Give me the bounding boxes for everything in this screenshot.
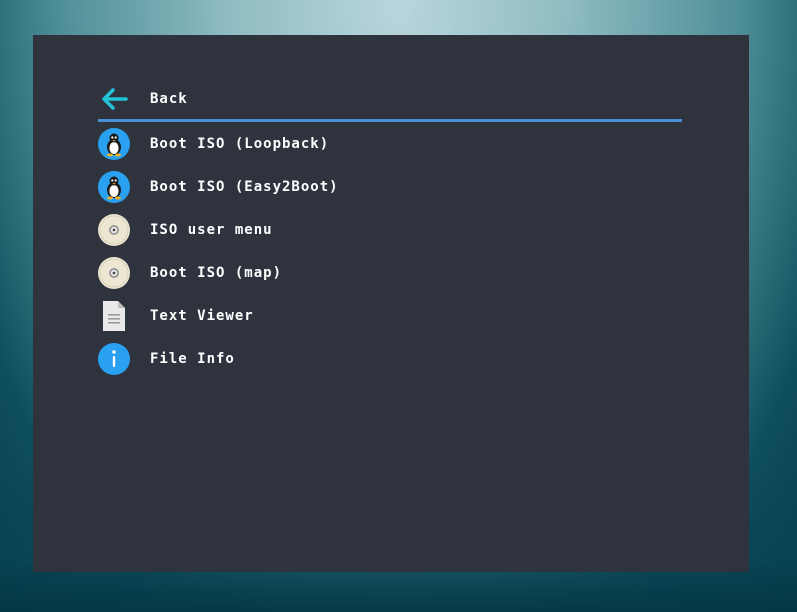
menu-item-label: Boot ISO (map) xyxy=(150,264,283,281)
menu-item-back[interactable]: Back xyxy=(98,77,682,122)
back-arrow-icon xyxy=(98,83,130,115)
disc-icon xyxy=(98,256,130,289)
menu-item-label: ISO user menu xyxy=(150,221,273,238)
menu-item-iso-user-menu[interactable]: ISO user menu xyxy=(98,208,682,251)
menu-item-label: Boot ISO (Easy2Boot) xyxy=(150,178,339,195)
linux-tux-icon xyxy=(98,170,130,203)
menu-item-boot-iso-easy2boot[interactable]: Boot ISO (Easy2Boot) xyxy=(98,165,682,208)
menu-item-label: File Info xyxy=(150,350,235,367)
menu-item-boot-iso-map[interactable]: Boot ISO (map) xyxy=(98,251,682,294)
menu-item-label: Text Viewer xyxy=(150,307,254,324)
menu-item-boot-iso-loopback[interactable]: Boot ISO (Loopback) xyxy=(98,122,682,165)
menu-item-label: Back xyxy=(150,90,188,107)
disc-icon xyxy=(98,213,130,246)
linux-tux-icon xyxy=(98,127,130,160)
boot-menu-panel: Back Boot ISO (Loopback) Boot ISO (Easy2… xyxy=(33,35,749,572)
menu-item-file-info[interactable]: File Info xyxy=(98,337,682,380)
text-document-icon xyxy=(98,300,130,332)
menu-item-label: Boot ISO (Loopback) xyxy=(150,135,330,152)
menu-list: Back Boot ISO (Loopback) Boot ISO (Easy2… xyxy=(98,77,682,380)
menu-item-text-viewer[interactable]: Text Viewer xyxy=(98,294,682,337)
info-icon xyxy=(98,342,130,375)
